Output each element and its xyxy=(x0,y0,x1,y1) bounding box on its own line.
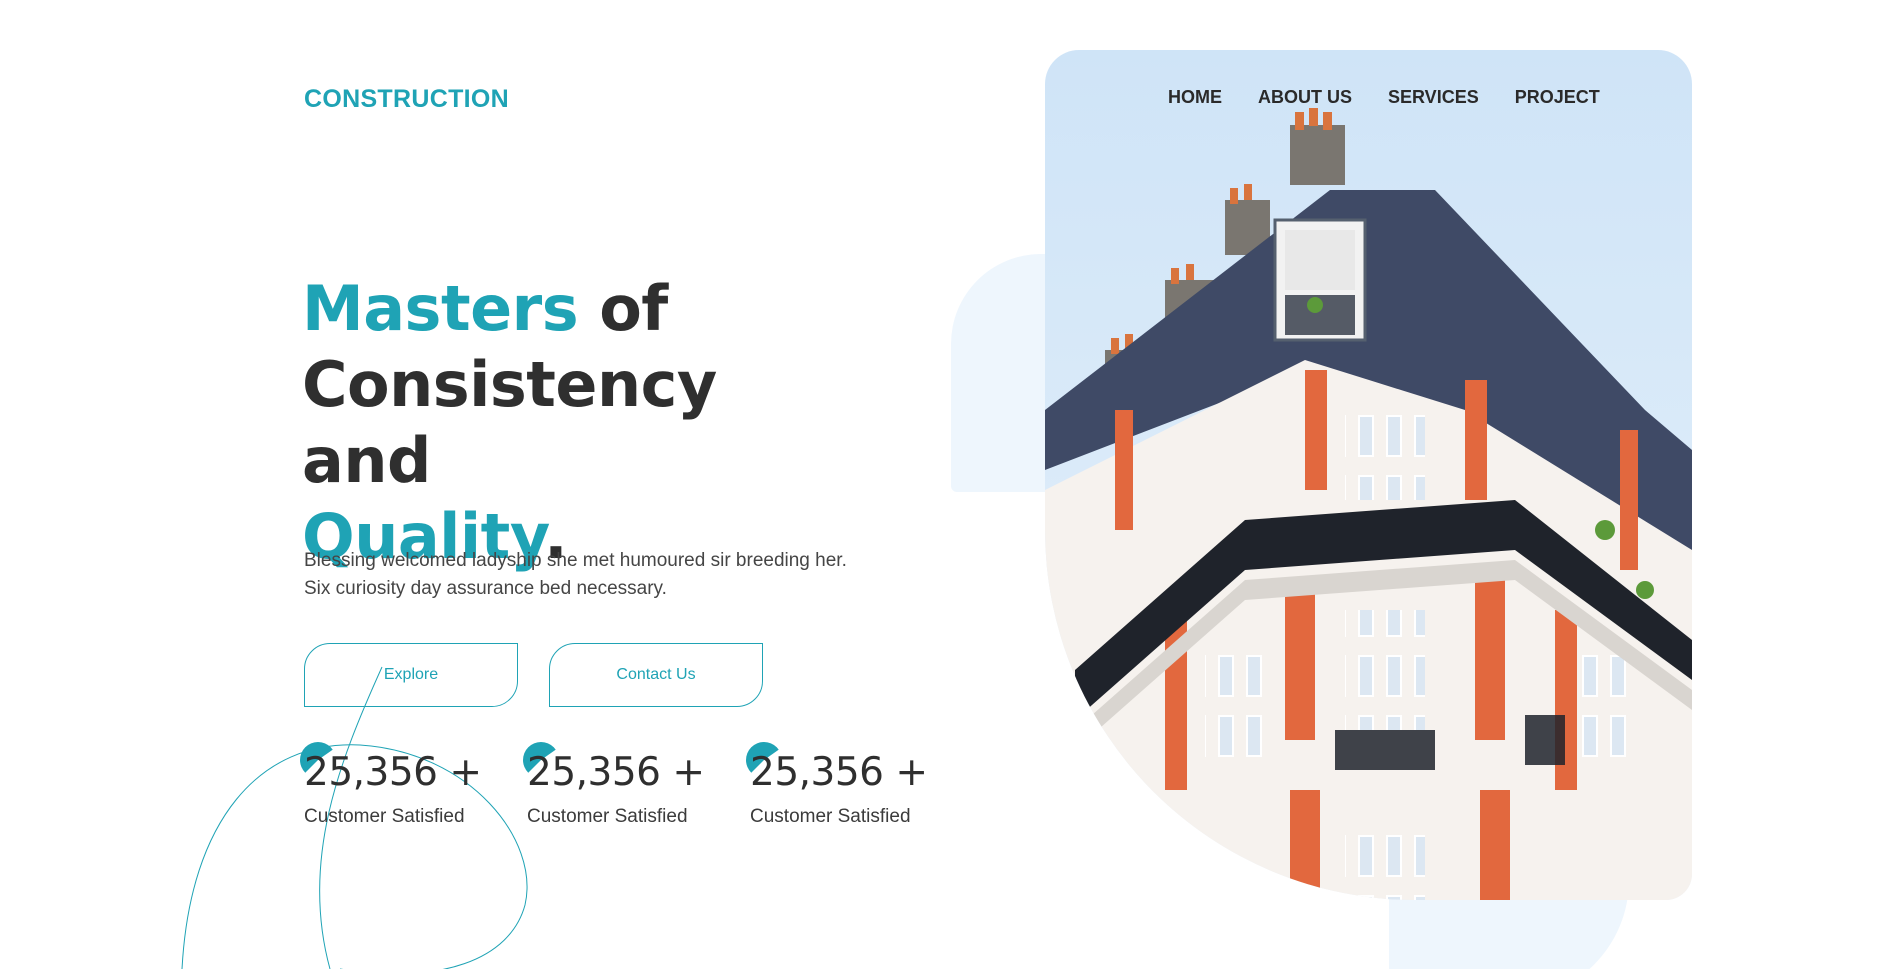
nav-item-services[interactable]: SERVICES xyxy=(1388,87,1479,108)
hero-description: Blessing welcomed ladyship she met humou… xyxy=(304,550,847,599)
nav-item-home[interactable]: HOME xyxy=(1168,87,1222,108)
stat-label: Customer Satisfied xyxy=(750,806,911,827)
explore-button[interactable]: Explore xyxy=(304,643,518,707)
building-photo xyxy=(1045,50,1692,900)
nav-item-project[interactable]: PROJECT xyxy=(1515,87,1600,108)
stat-label: Customer Satisfied xyxy=(304,806,465,827)
stat-item: 25,356 + Customer Satisfied xyxy=(523,742,737,828)
stat-value: 25,356 + xyxy=(527,750,705,795)
hero-headline: Masters of Consistency and Quality. xyxy=(302,271,862,575)
stat-item: 25,356 + Customer Satisfied xyxy=(300,742,514,828)
stat-value: 25,356 + xyxy=(304,750,482,795)
nav-item-about-us[interactable]: ABOUT US xyxy=(1258,87,1352,108)
contact-us-button[interactable]: Contact Us xyxy=(549,643,763,707)
brand-logo[interactable]: CONSTRUCTION xyxy=(304,85,509,114)
stat-value: 25,356 + xyxy=(750,750,928,795)
stat-item: 25,356 + Customer Satisfied xyxy=(746,742,960,828)
headline-line-consistency: Consistency and xyxy=(302,348,717,497)
headline-word-masters: Masters xyxy=(302,272,579,345)
stat-label: Customer Satisfied xyxy=(527,806,688,827)
headline-word-of: of xyxy=(578,272,668,345)
main-nav: HOME ABOUT US SERVICES PROJECT xyxy=(1168,87,1600,108)
